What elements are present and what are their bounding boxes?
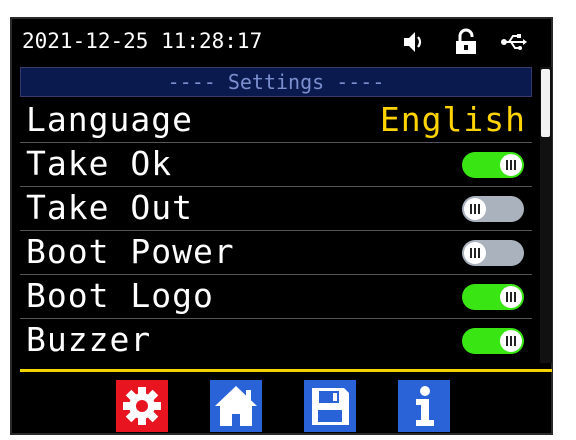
setting-row-buzzer[interactable]: Buzzer (20, 319, 532, 363)
device-screen: 2021-12-25 11:28:17 ---- Settings ---- L… (10, 17, 553, 435)
setting-row-language[interactable]: Language English (20, 99, 532, 143)
datetime-display: 2021-12-25 11:28:17 (22, 29, 263, 53)
gear-icon[interactable] (116, 380, 168, 432)
setting-label: Take Ok (26, 144, 173, 183)
toggle-knob (464, 242, 486, 264)
settings-title: ---- Settings ---- (167, 70, 385, 94)
save-icon[interactable] (304, 380, 356, 432)
speaker-icon[interactable] (400, 28, 428, 56)
boot-logo-toggle[interactable] (462, 284, 524, 310)
setting-row-take-out[interactable]: Take Out (20, 187, 532, 231)
take-out-toggle[interactable] (462, 196, 524, 222)
settings-header: ---- Settings ---- (20, 67, 532, 97)
boot-power-toggle[interactable] (462, 240, 524, 266)
setting-label: Boot Power (26, 232, 235, 271)
setting-label: Take Out (26, 188, 193, 227)
divider-line (20, 369, 552, 372)
setting-row-boot-logo[interactable]: Boot Logo (20, 275, 532, 319)
setting-row-take-ok[interactable]: Take Ok (20, 143, 532, 187)
scrollbar-thumb[interactable] (541, 69, 550, 137)
setting-label: Boot Logo (26, 276, 214, 315)
unlock-icon[interactable] (452, 28, 480, 56)
home-icon[interactable] (210, 380, 262, 432)
toggle-knob (500, 154, 522, 176)
info-icon[interactable] (398, 380, 450, 432)
language-value[interactable]: English (380, 101, 526, 139)
toggle-knob (464, 198, 486, 220)
buzzer-toggle[interactable] (462, 328, 524, 354)
bottom-nav (12, 375, 551, 433)
take-ok-toggle[interactable] (462, 152, 524, 178)
setting-label: Language (26, 100, 193, 139)
status-bar: 2021-12-25 11:28:17 (12, 19, 551, 65)
setting-label: Buzzer (26, 320, 152, 359)
usb-icon (501, 34, 527, 50)
toggle-knob (500, 286, 522, 308)
settings-list: ---- Settings ---- Language English Take… (20, 67, 532, 363)
setting-row-boot-power[interactable]: Boot Power (20, 231, 532, 275)
toggle-knob (500, 330, 522, 352)
